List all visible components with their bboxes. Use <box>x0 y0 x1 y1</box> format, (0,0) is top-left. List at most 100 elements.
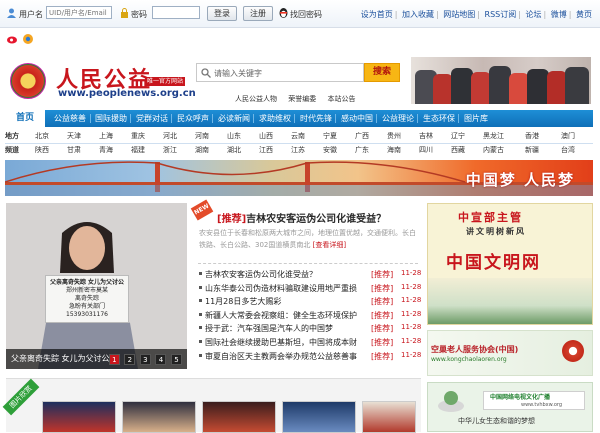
region-link[interactable]: 青海 <box>99 145 113 155</box>
region-link[interactable]: 四川 <box>419 145 433 155</box>
news-item[interactable]: 新疆人大常委会视察组：健全生态环境保护 [推荐] 11-28 <box>199 309 421 323</box>
news-item[interactable]: 吉林农安客运伪公司化谁受益？ [推荐] 11-28 <box>199 268 421 282</box>
region-link[interactable]: 江苏 <box>291 145 305 155</box>
news-title[interactable]: 吉林农安客运伪公司化谁受益？ <box>205 269 369 280</box>
region-link[interactable]: 辽宁 <box>451 131 465 141</box>
region-link[interactable]: 云南 <box>291 131 305 141</box>
login-button[interactable]: 登录 <box>207 6 237 21</box>
region-link[interactable]: 内蒙古 <box>483 145 504 155</box>
password-input[interactable] <box>152 6 200 19</box>
public-welfare-people-link[interactable]: 人民公益人物 <box>235 95 277 103</box>
news-title[interactable]: 11月28日多艺大赐彩 <box>205 296 369 307</box>
region-link[interactable]: 新疆 <box>525 145 539 155</box>
gallery-thumb[interactable] <box>122 401 196 433</box>
view-details-link[interactable]: [查看详细] <box>313 241 346 249</box>
nav-item-intl-aid[interactable]: 国际援助 <box>95 110 127 127</box>
news-item[interactable]: 审夏自治区天主教两会举办规范公益慈善事 [推荐] 11-28 <box>199 350 421 364</box>
tv-network-ad[interactable]: 中国网络电视文化广播 www.tvhbxw.org 中华儿女生态和谐的梦想 <box>427 382 593 432</box>
region-link[interactable]: 香港 <box>525 131 539 141</box>
username-input[interactable] <box>46 6 112 19</box>
header-photo-banner[interactable] <box>411 57 591 104</box>
featured-slideshow[interactable]: 父亲离奇失踪 女儿为父讨公 郑州新密市莫某 离奇失踪 急盼有关部门 153930… <box>6 203 187 369</box>
gallery-ribbon[interactable]: 图片欣赏 <box>2 378 40 416</box>
gallery-thumb[interactable] <box>282 401 356 433</box>
add-favorite-link[interactable]: 加入收藏 <box>402 10 434 19</box>
china-dream-banner[interactable]: 中国梦 人民梦 <box>5 160 593 196</box>
sitemap-link[interactable]: 网站地图 <box>443 10 475 19</box>
site-notice-link[interactable]: 本站公告 <box>327 95 355 103</box>
region-link[interactable]: 重庆 <box>131 131 145 141</box>
region-link[interactable]: 江西 <box>259 145 273 155</box>
news-item[interactable]: 山东华泰公司伪造材料骗取建设用地严重损 [推荐] 11-28 <box>199 282 421 296</box>
civilization-ad[interactable]: 中宣部主管 讲文明树新风 中国文明网 <box>427 203 593 325</box>
region-link[interactable]: 河南 <box>195 131 209 141</box>
region-link[interactable]: 甘肃 <box>67 145 81 155</box>
forum-link[interactable]: 论坛 <box>526 10 542 19</box>
region-link[interactable]: 广西 <box>355 131 369 141</box>
news-item[interactable]: 授于武：汽车强国是汽车人的中国梦 [推荐] 11-28 <box>199 322 421 336</box>
yellowpages-link[interactable]: 黄页 <box>576 10 592 19</box>
honorary-editors-link[interactable]: 荣誉编委 <box>288 95 316 103</box>
gallery-thumb[interactable] <box>362 401 416 433</box>
nav-item-party-dialogue[interactable]: 党群对话 <box>136 110 168 127</box>
news-title[interactable]: 山东华泰公司伪造材料骗取建设用地严重损 <box>205 283 369 294</box>
region-link[interactable]: 黑龙江 <box>483 131 504 141</box>
region-link[interactable]: 浙江 <box>163 145 177 155</box>
feature-title-text[interactable]: 吉林农安客运伪公司化谁受益？ <box>246 214 386 225</box>
news-item[interactable]: 国际社会继续援助巴基斯坦，中国将成本财 [推荐] 11-28 <box>199 336 421 350</box>
nav-item-must-read[interactable]: 必读新闻 <box>218 110 250 127</box>
region-link[interactable]: 宁夏 <box>323 131 337 141</box>
news-title[interactable]: 国际社会继续援助巴基斯坦，中国将成本财 <box>205 337 369 348</box>
forgot-password-link[interactable]: 找回密码 <box>290 9 322 20</box>
region-link[interactable]: 吉林 <box>419 131 433 141</box>
region-link[interactable]: 福建 <box>131 145 145 155</box>
site-logo-emblem[interactable] <box>10 63 46 99</box>
region-link[interactable]: 澳门 <box>561 131 575 141</box>
region-link[interactable]: 天津 <box>67 131 81 141</box>
region-link[interactable]: 河北 <box>163 131 177 141</box>
region-link[interactable]: 海南 <box>387 145 401 155</box>
region-link[interactable]: 北京 <box>35 131 49 141</box>
region-link[interactable]: 山西 <box>259 131 273 141</box>
nav-item-pioneers[interactable]: 时代先锋 <box>300 110 332 127</box>
news-title[interactable]: 授于武：汽车强国是汽车人的中国梦 <box>205 323 369 334</box>
news-title[interactable]: 新疆人大常委会视察组：健全生态环境保护 <box>205 310 369 321</box>
gallery-thumb[interactable] <box>202 401 276 433</box>
region-link[interactable]: 上海 <box>99 131 113 141</box>
weibo-share-icon[interactable] <box>6 33 18 45</box>
region-link[interactable]: 安徽 <box>323 145 337 155</box>
search-input[interactable]: 请输入关键字 <box>196 63 364 82</box>
region-link[interactable]: 陕西 <box>35 145 49 155</box>
weibo-link[interactable]: 微博 <box>551 10 567 19</box>
slide-page-button[interactable]: 3 <box>139 354 151 365</box>
region-link[interactable]: 山东 <box>227 131 241 141</box>
search-button[interactable]: 搜索 <box>364 63 400 82</box>
region-link[interactable]: 贵州 <box>387 131 401 141</box>
rss-link[interactable]: RSS订阅 <box>485 10 517 19</box>
region-link[interactable]: 西藏 <box>451 145 465 155</box>
slide-page-button[interactable]: 4 <box>155 354 167 365</box>
nav-home[interactable]: 首页 <box>5 110 45 127</box>
nav-item-rights-help[interactable]: 求助维权 <box>259 110 291 127</box>
nav-item-public-voice[interactable]: 民众呼声 <box>177 110 209 127</box>
nav-item-ecology[interactable]: 生态环保 <box>423 110 455 127</box>
region-link[interactable]: 台湾 <box>561 145 575 155</box>
slide-page-button[interactable]: 2 <box>124 354 136 365</box>
nav-item-gallery[interactable]: 图片库 <box>464 110 488 127</box>
nav-item-welfare-theory[interactable]: 公益理论 <box>382 110 414 127</box>
feature-headline[interactable]: [推荐]吉林农安客运伪公司化谁受益？ <box>217 210 386 225</box>
news-item[interactable]: 11月28日多艺大赐彩 [推荐] 11-28 <box>199 295 421 309</box>
news-title[interactable]: 审夏自治区天主教两会举办规范公益慈善事 <box>205 351 369 362</box>
register-button[interactable]: 注册 <box>243 6 273 21</box>
region-link[interactable]: 广东 <box>355 145 369 155</box>
slide-page-button[interactable]: 1 <box>108 354 120 365</box>
nav-item-charity[interactable]: 公益慈善 <box>54 110 86 127</box>
region-link[interactable]: 湖南 <box>195 145 209 155</box>
slide-page-button[interactable]: 5 <box>171 354 182 365</box>
tencent-weibo-share-icon[interactable] <box>22 33 34 45</box>
gallery-thumb[interactable] <box>42 401 116 433</box>
nav-item-touching-china[interactable]: 感动中国 <box>341 110 373 127</box>
set-homepage-link[interactable]: 设为首页 <box>361 10 393 19</box>
elderly-association-ad[interactable]: 空巢老人服务协会(中国) www.kongchaolaoren.org <box>427 330 593 376</box>
region-link[interactable]: 湖北 <box>227 145 241 155</box>
